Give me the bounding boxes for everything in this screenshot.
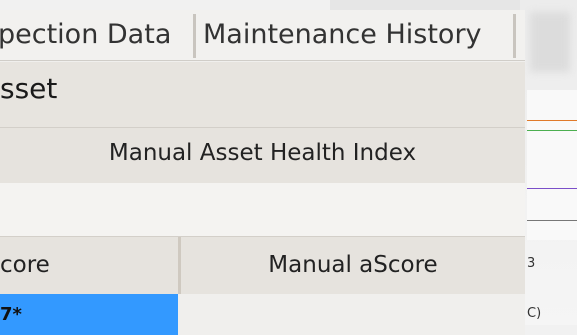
asset-panel: pection Data Maintenance History sset Ma… (0, 10, 525, 335)
manual-ascore-cell[interactable] (181, 294, 525, 335)
tab-separator (193, 14, 196, 58)
health-index-label: Manual Asset Health Index (108, 140, 417, 166)
chart-line-orange (527, 120, 577, 121)
tab-maintenance-history[interactable]: Maintenance History (203, 14, 482, 56)
column-header-manual-ascore[interactable]: Manual aScore (181, 237, 525, 294)
table-row[interactable]: 7* (0, 294, 525, 335)
selected-cell-score[interactable]: 7* (0, 294, 178, 335)
background-chart (527, 90, 577, 240)
chart-line-purple (527, 188, 577, 189)
asset-section-title: sset (0, 72, 58, 105)
background-blur (530, 12, 570, 72)
tab-separator (513, 14, 516, 58)
chart-line-gray (527, 220, 577, 221)
tab-bar: pection Data Maintenance History (0, 10, 525, 61)
background-axis-label: C) (527, 306, 542, 321)
table-header-row: core Manual aScore (0, 236, 525, 295)
asset-section: sset (0, 62, 525, 131)
background-tick-label: 3 (527, 256, 536, 271)
column-header-score[interactable]: core (0, 237, 50, 294)
chart-line-green (527, 130, 577, 131)
health-index-header: Manual Asset Health Index (0, 127, 525, 184)
tab-inspection-data[interactable]: pection Data (0, 14, 171, 56)
empty-row (0, 183, 525, 236)
